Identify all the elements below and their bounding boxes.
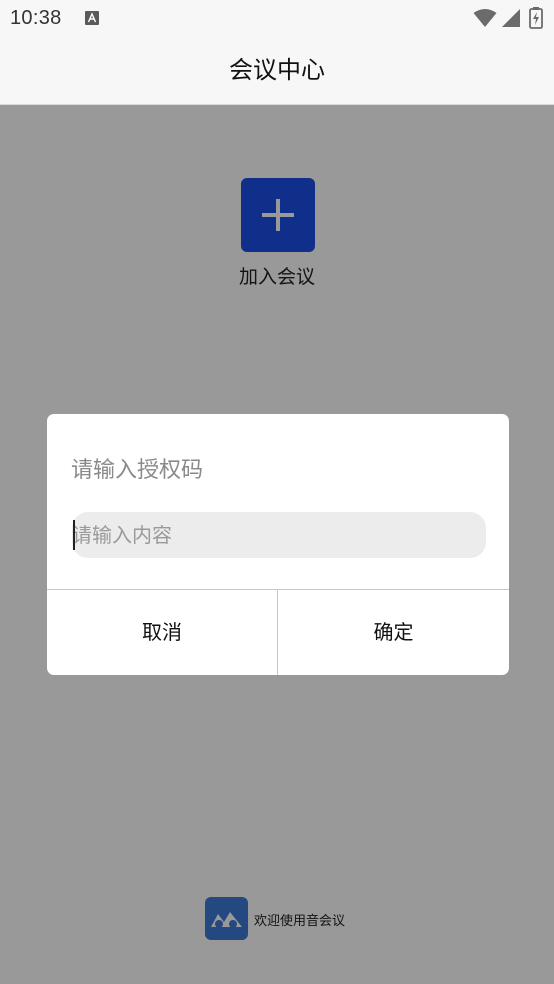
battery-charging-icon — [529, 7, 543, 29]
status-bar: 10:38 — [0, 0, 554, 38]
wifi-icon — [473, 9, 497, 27]
dialog-title: 请输入授权码 — [71, 458, 204, 483]
signal-icon — [502, 9, 520, 27]
auth-code-dialog: 请输入授权码 取消 确定 — [47, 414, 509, 675]
app-bar: 会议中心 — [0, 38, 554, 105]
text-caret — [73, 520, 75, 550]
cancel-button[interactable]: 取消 — [47, 590, 277, 675]
notification-a-icon — [85, 11, 99, 25]
page-title: 会议中心 — [229, 56, 325, 84]
confirm-button[interactable]: 确定 — [278, 590, 509, 675]
status-time: 10:38 — [10, 7, 62, 29]
auth-code-input[interactable] — [72, 512, 486, 558]
